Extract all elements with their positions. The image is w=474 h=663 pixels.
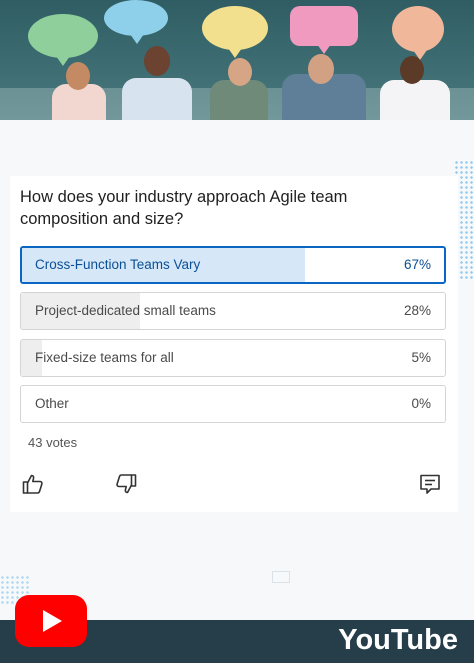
comment-icon[interactable] <box>418 472 442 496</box>
vote-count: 43 votes <box>28 435 78 450</box>
poll-option-label: Other <box>35 396 69 411</box>
speech-bubble-green <box>28 14 98 66</box>
speech-bubble-peach <box>392 6 444 60</box>
poll-option-fixed-size[interactable]: Fixed-size teams for all 5% <box>20 339 446 377</box>
poll-option-percent: 67% <box>403 257 431 272</box>
person-1-head <box>66 62 90 90</box>
poll-option-label: Cross-Function Teams Vary <box>35 257 201 272</box>
play-icon <box>43 610 62 632</box>
header-photo <box>0 0 474 120</box>
speech-bubble-yellow <box>202 6 268 58</box>
speech-bubble-pink <box>290 6 358 54</box>
poll-option-label: Fixed-size teams for all <box>35 350 174 365</box>
poll-option-project-dedicated[interactable]: Project-dedicated small teams 28% <box>20 292 446 330</box>
youtube-logo-icon[interactable] <box>15 595 87 647</box>
poll-option-cross-function[interactable]: Cross-Function Teams Vary 67% <box>20 246 446 284</box>
person-4-head <box>308 54 334 84</box>
thumbs-down-icon[interactable] <box>114 472 138 496</box>
person-2-head <box>144 46 170 76</box>
poll-option-other[interactable]: Other 0% <box>20 385 446 423</box>
poll-option-percent: 28% <box>403 303 431 318</box>
person-3-head <box>228 58 252 86</box>
poll-option-label: Project-dedicated small teams <box>35 303 216 318</box>
poll-option-percent: 5% <box>411 350 431 365</box>
person-2 <box>122 78 192 120</box>
thumbs-up-icon[interactable] <box>21 472 45 496</box>
poll-card: How does your industry approach Agile te… <box>10 176 458 512</box>
speech-bubble-blue <box>104 0 168 44</box>
youtube-wordmark: YouTube <box>338 624 458 656</box>
watermark-icon <box>272 571 290 583</box>
person-5-head <box>400 56 424 84</box>
poll-question: How does your industry approach Agile te… <box>20 188 348 228</box>
poll-option-percent: 0% <box>411 396 431 411</box>
person-3 <box>210 80 268 120</box>
person-5 <box>380 80 450 120</box>
